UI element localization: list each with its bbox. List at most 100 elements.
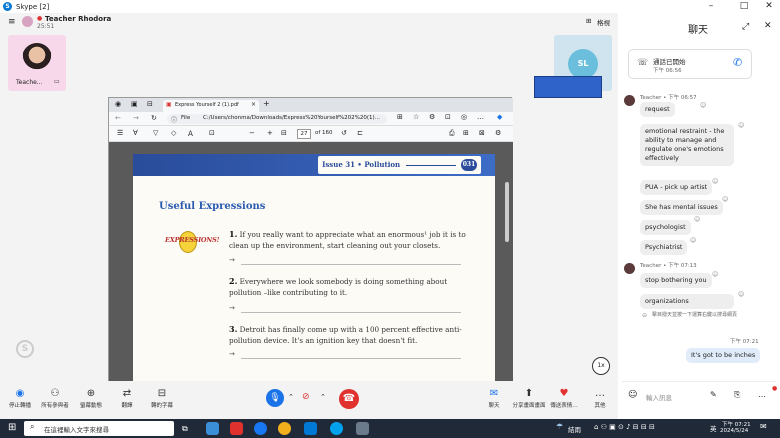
- profile-icon[interactable]: ◉: [115, 100, 121, 108]
- print-icon[interactable]: ⎙: [449, 129, 455, 138]
- more-composer-icon[interactable]: …: [758, 390, 766, 399]
- subtitles-icon: ⊟: [157, 388, 167, 399]
- react-icon[interactable]: ☺: [700, 102, 706, 109]
- grid-view-icon[interactable]: ⊞: [586, 17, 591, 25]
- chat-message[interactable]: PUA - pick up artist: [640, 180, 713, 195]
- read-aloud-icon[interactable]: ⊞: [397, 113, 403, 121]
- rotate-icon[interactable]: ↺: [341, 129, 347, 137]
- react-icon[interactable]: ☺: [738, 122, 744, 129]
- emoji-icon[interactable]: ☺: [628, 390, 637, 400]
- more-options-button[interactable]: … 其他: [580, 387, 620, 409]
- copilot-icon[interactable]: ◆: [497, 113, 502, 121]
- save-as-icon[interactable]: ⊠: [479, 129, 485, 137]
- fit-page-icon[interactable]: ⊟: [281, 129, 287, 137]
- draw-icon[interactable]: ∀: [133, 129, 138, 137]
- url-field[interactable]: ⓘ File C:/Users/chonma/Downloads/Express…: [167, 114, 387, 124]
- zoom-out-icon[interactable]: −: [249, 129, 255, 137]
- youtube-icon[interactable]: [230, 422, 243, 435]
- new-tab-icon[interactable]: +: [263, 99, 270, 108]
- pen-app-icon[interactable]: [356, 422, 369, 435]
- skype-taskbar-icon[interactable]: [330, 422, 343, 435]
- own-chat-message[interactable]: It's got to be inches: [686, 348, 761, 363]
- call-back-icon[interactable]: ✆: [733, 56, 742, 69]
- windows-start-icon[interactable]: ⊞: [8, 422, 16, 433]
- minimize-button[interactable]: –: [700, 0, 722, 13]
- input-language[interactable]: 英: [710, 423, 717, 433]
- profile-sync-icon[interactable]: ◎: [461, 113, 467, 121]
- extensions-icon[interactable]: ⚙: [429, 113, 435, 121]
- react-icon[interactable]: ☺: [690, 237, 696, 244]
- chat-button[interactable]: ✉ 聊天: [474, 387, 514, 409]
- share-screen-button[interactable]: ⬆ 分享畫面畫面: [509, 387, 549, 409]
- text-icon[interactable]: Ａ: [187, 129, 194, 139]
- participants-button[interactable]: ⚇ 所有參與者: [35, 387, 75, 409]
- attach-file-icon[interactable]: ⎘: [734, 390, 740, 400]
- zoom-in-icon[interactable]: +: [267, 129, 273, 137]
- chrome-icon[interactable]: [278, 422, 291, 435]
- page-view-icon[interactable]: ⊏: [357, 129, 363, 137]
- collections-icon[interactable]: ⊡: [445, 113, 451, 121]
- camera-options-chevron-icon[interactable]: ⌃: [320, 393, 326, 401]
- more-icon[interactable]: …: [477, 113, 484, 121]
- microphone-button[interactable]: 🎙: [266, 389, 284, 407]
- subtitles-button[interactable]: ⊟ 轉的字幕: [142, 387, 182, 409]
- send-reaction-button[interactable]: ♥ 傳送表情…: [544, 387, 584, 409]
- pop-out-icon[interactable]: ⤢: [742, 22, 749, 32]
- translate-button[interactable]: ⇄ 翻譯: [107, 387, 147, 409]
- pdf-tab[interactable]: ▣ Express Yourself 2 (1).pdf ×: [163, 100, 259, 112]
- format-icon[interactable]: ✎: [710, 390, 717, 399]
- save-icon[interactable]: ⊞: [463, 129, 469, 137]
- refresh-icon[interactable]: ↻: [151, 114, 157, 122]
- zoom-level-badge[interactable]: 1x: [592, 357, 610, 375]
- chat-message[interactable]: psychologist: [640, 220, 691, 235]
- pdf-viewport[interactable]: Issue 31 • Pollution 031 Useful Expressi…: [109, 142, 513, 382]
- tray-icons[interactable]: ⌂ ⚇ ▣ ⊙ ♪ ⊟ ⊟ ⊟: [594, 423, 655, 431]
- menu-icon[interactable]: ≡: [8, 17, 16, 27]
- switch-view-button[interactable]: 格視: [597, 17, 610, 27]
- react-icon[interactable]: ☺: [738, 291, 744, 298]
- close-button[interactable]: ✕: [758, 0, 780, 13]
- react-icon[interactable]: ☺: [694, 216, 700, 223]
- contents-icon[interactable]: ☰: [117, 129, 123, 137]
- section-heading: Useful Expressions: [159, 201, 266, 212]
- react-icon[interactable]: ☺: [712, 178, 718, 185]
- task-view-icon[interactable]: ⧉: [182, 422, 195, 435]
- tab-close-icon[interactable]: ×: [251, 101, 256, 108]
- message-input[interactable]: 輸入訊息: [646, 392, 672, 402]
- maximize-button[interactable]: □: [733, 0, 755, 13]
- chat-message[interactable]: request: [640, 102, 675, 117]
- back-icon[interactable]: ←: [115, 114, 121, 122]
- erase-icon[interactable]: ◇: [171, 129, 176, 137]
- control-label: 分享畫面畫面: [512, 403, 546, 409]
- edge-icon[interactable]: [206, 422, 219, 435]
- forward-icon[interactable]: →: [133, 114, 139, 122]
- highlight-icon[interactable]: ▽: [153, 129, 158, 137]
- notifications-icon[interactable]: ✉: [760, 422, 767, 431]
- chat-message[interactable]: stop bothering you: [640, 273, 712, 288]
- pdf-scrollbar[interactable]: [505, 182, 509, 242]
- end-call-button[interactable]: ☎: [339, 389, 359, 409]
- tab-actions-icon[interactable]: ▣: [131, 100, 138, 108]
- chat-message[interactable]: organizations: [640, 294, 734, 309]
- clock-date[interactable]: 2024/5/24: [720, 428, 748, 434]
- react-icon[interactable]: ☺: [722, 196, 728, 203]
- react-icon[interactable]: ☺: [712, 271, 718, 278]
- clock-time[interactable]: 下午 07:21: [722, 420, 751, 428]
- page-number-input[interactable]: 27: [297, 129, 311, 139]
- view-icon[interactable]: ⊡: [209, 129, 215, 137]
- chat-message[interactable]: Psychiatrist: [640, 240, 688, 255]
- mail-icon[interactable]: [304, 422, 317, 435]
- chat-message[interactable]: emotional restraint - the ability to man…: [640, 124, 734, 166]
- screen-activity-button[interactable]: ⊕ 螢幕動態: [71, 387, 111, 409]
- close-chat-icon[interactable]: ✕: [764, 21, 772, 31]
- favorite-icon[interactable]: ☆: [413, 113, 419, 121]
- taskbar-search[interactable]: ⌕ 在這裡輸入文字來搜尋: [24, 421, 174, 436]
- chat-message[interactable]: She has mental issues: [640, 200, 723, 215]
- stop-share-button[interactable]: ◉ 停止轉播: [0, 387, 40, 409]
- facebook-icon[interactable]: [254, 422, 267, 435]
- tab-list-icon[interactable]: ⊟: [147, 100, 153, 108]
- mic-options-chevron-icon[interactable]: ⌃: [288, 393, 294, 401]
- settings-icon[interactable]: ⚙: [495, 129, 501, 137]
- participant-thumbnail-teacher[interactable]: Teache... ▭: [8, 35, 66, 91]
- camera-off-button[interactable]: ⊘: [302, 392, 310, 402]
